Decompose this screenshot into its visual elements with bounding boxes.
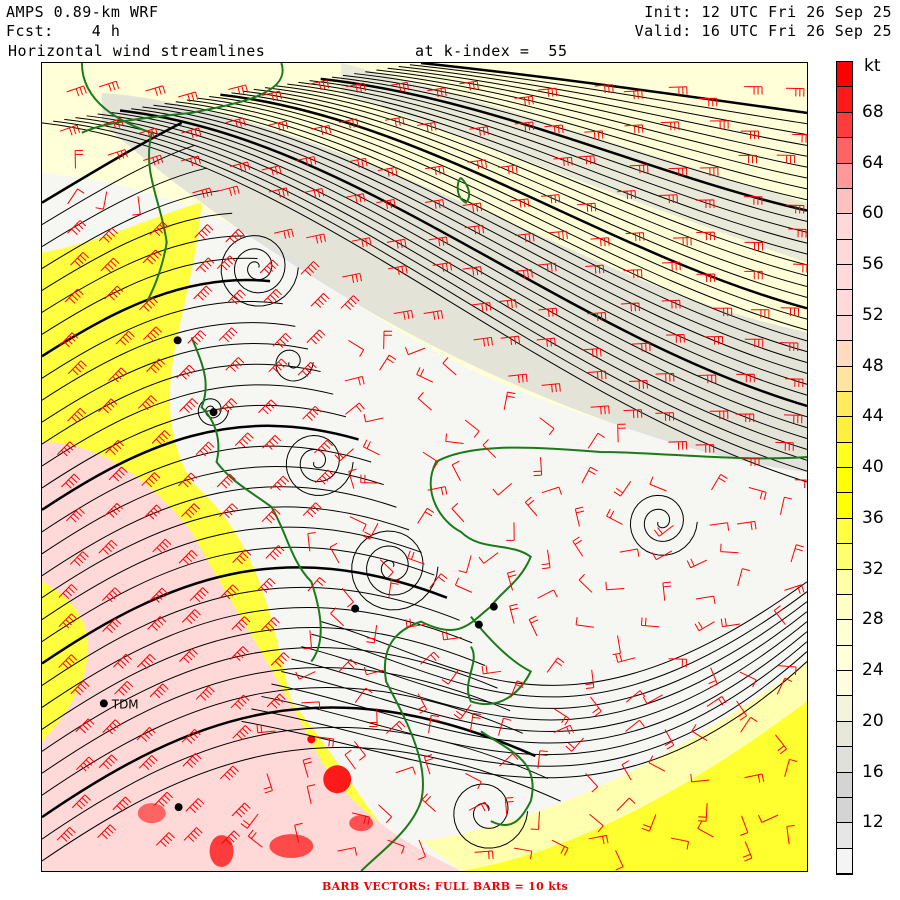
colorbar-bin — [837, 87, 852, 113]
station-dot — [474, 620, 483, 629]
colorbar-tick-label: 56 — [862, 254, 884, 274]
colorbar-bin — [837, 797, 852, 824]
colorbar-tick-label: 60 — [862, 203, 884, 224]
colorbar-bin — [837, 62, 852, 88]
colorbar-bin — [837, 163, 852, 189]
colorbar-bin — [837, 544, 852, 570]
station-dot — [174, 803, 183, 812]
colorbar-tick-label: 20 — [862, 710, 884, 731]
station-label-tdm: TDM — [111, 697, 139, 711]
colorbar-bin — [837, 112, 852, 139]
level-label: at k-index = 55 — [415, 42, 568, 60]
colorbar-tick-label: 64 — [862, 152, 884, 173]
colorbar-tick-label: 36 — [862, 507, 884, 528]
colorbar-bin — [837, 265, 852, 291]
colorbar-bin — [837, 341, 852, 367]
colorbar-bin — [837, 721, 852, 748]
colorbar-tick-label: 24 — [862, 660, 884, 680]
colorbar-tick-label: 12 — [862, 812, 884, 833]
colorbar-bin — [837, 188, 852, 215]
colorbar-bin — [837, 671, 852, 697]
valid-time: Valid: 16 UTC Fri 26 Sep 25 — [634, 22, 892, 40]
forecast-hour: Fcst: 4 h — [6, 22, 121, 40]
colorbar-tick-label: 48 — [862, 355, 884, 376]
colorbar-bin — [837, 747, 852, 773]
colorbar-bin — [837, 772, 852, 798]
colorbar-tick-label: 28 — [862, 609, 884, 630]
colorbar-bin — [837, 391, 852, 418]
barb-legend: BARB VECTORS: FULL BARB = 10 kts — [322, 880, 568, 893]
station-dot-tdm — [99, 699, 108, 708]
colorbar-tick-label: 44 — [862, 406, 884, 427]
colorbar-bin — [837, 468, 852, 494]
colorbar-bin — [837, 823, 852, 849]
colorbar-bin — [837, 290, 852, 316]
colorbar-bin — [837, 239, 852, 265]
colorbar-bin — [837, 569, 852, 595]
colorbar-bin — [837, 645, 852, 671]
colorbar-tick-label: 32 — [862, 558, 884, 579]
model-title: AMPS 0.89-km WRF — [6, 3, 159, 21]
colorbar-tick-label: 40 — [862, 457, 884, 477]
colorbar-bin — [837, 214, 852, 240]
field-title: Horizontal wind streamlines — [8, 42, 266, 60]
colorbar-bin — [837, 442, 852, 468]
station-dot — [351, 604, 360, 613]
station-dot — [489, 602, 498, 611]
station-dot — [173, 336, 182, 345]
colorbar-tick-label: 16 — [862, 761, 884, 782]
colorbar-bin — [837, 848, 852, 874]
station-dot — [209, 408, 218, 417]
colorbar-bin — [837, 417, 852, 443]
colorbar-bin — [837, 493, 852, 519]
colorbar-bin — [837, 366, 852, 392]
colorbar-bin — [837, 594, 852, 621]
weather-map-figure: AMPS 0.89-km WRF Fcst: 4 h Horizontal wi… — [0, 0, 900, 900]
colorbar-bin — [837, 696, 852, 722]
colorbar-bin — [837, 620, 852, 646]
map-plot: TDM — [41, 62, 808, 872]
colorbar-unit: kt — [864, 56, 881, 76]
colorbar-tick-label: 52 — [862, 304, 884, 325]
colorbar-bin — [837, 518, 852, 545]
colorbar-bin — [837, 315, 852, 342]
colorbar — [836, 61, 853, 875]
colorbar-tick-label: 68 — [862, 101, 884, 122]
colorbar-bin — [837, 138, 852, 164]
init-time: Init: 12 UTC Fri 26 Sep 25 — [644, 3, 892, 21]
